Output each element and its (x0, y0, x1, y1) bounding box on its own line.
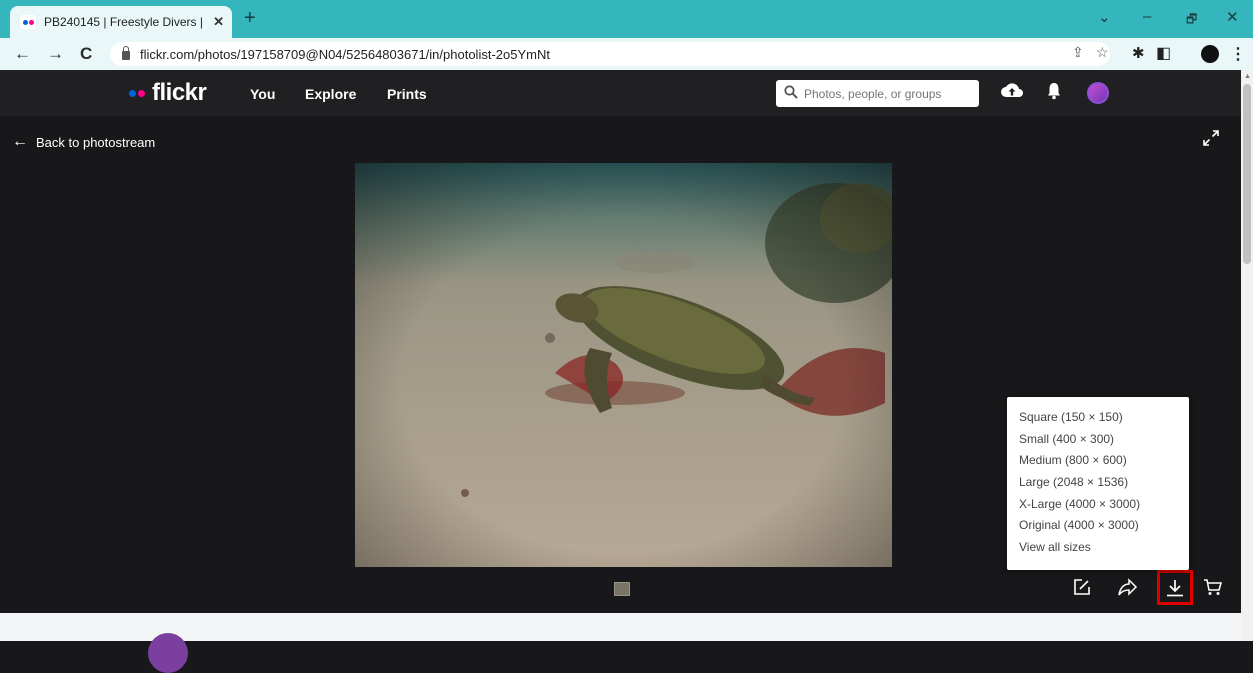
download-size-small[interactable]: Small (400 × 300) (1019, 429, 1189, 451)
photo-info-section (0, 613, 1241, 673)
logo-text: flickr (152, 79, 207, 106)
browser-toolbar: ← → C flickr.com/photos/197158709@N04/52… (0, 38, 1253, 70)
main-photo[interactable] (355, 163, 892, 567)
forward-nav-icon[interactable]: → (47, 43, 64, 65)
owner-avatar[interactable] (148, 633, 188, 673)
share-arrow-icon[interactable] (1118, 578, 1138, 601)
new-tab-button[interactable]: + (244, 8, 256, 28)
fullscreen-expand-icon[interactable] (1203, 130, 1219, 151)
back-to-photostream-link[interactable]: ← Back to photostream (12, 133, 155, 151)
photo-thumbnail[interactable] (614, 582, 630, 596)
restore-button[interactable]: 🗗 (1186, 10, 1197, 31)
extensions-icon[interactable]: ✱ (1132, 44, 1145, 62)
scroll-up-arrow-icon[interactable]: ▲ (1244, 73, 1251, 80)
tab-list-icon[interactable]: ⌄ (1098, 8, 1111, 26)
back-nav-icon[interactable]: ← (14, 43, 31, 65)
nav-prints[interactable]: Prints (387, 86, 427, 102)
download-size-menu: Square (150 × 150) Small (400 × 300) Med… (1007, 397, 1189, 570)
user-avatar[interactable] (1087, 82, 1109, 104)
search-icon[interactable] (784, 84, 798, 103)
logo-blue-dot (129, 89, 136, 97)
browser-tab[interactable]: PB240145 | Freestyle Divers | Flic ✕ (10, 6, 232, 38)
profile-avatar[interactable] (1201, 45, 1219, 63)
search-input[interactable] (804, 86, 969, 101)
edit-icon[interactable] (1073, 578, 1091, 601)
address-bar[interactable]: flickr.com/photos/197158709@N04/52564803… (110, 42, 1110, 66)
download-icon[interactable] (1166, 579, 1184, 597)
back-label: Back to photostream (36, 134, 156, 150)
lock-icon[interactable] (122, 45, 130, 60)
download-size-large[interactable]: Large (2048 × 1536) (1019, 472, 1189, 494)
close-window-button[interactable]: ✕ (1226, 8, 1239, 26)
tab-title: PB240145 | Freestyle Divers | Flic (44, 15, 208, 29)
download-size-original[interactable]: Original (4000 × 3000) (1019, 515, 1189, 537)
nav-explore[interactable]: Explore (305, 86, 356, 102)
share-icon[interactable]: ⇪ (1072, 44, 1084, 61)
photo-lightbox: ← Back to photostream Square (150 × 150)… (0, 116, 1241, 613)
tab-close-icon[interactable]: ✕ (213, 14, 224, 30)
nav-you[interactable]: You (250, 86, 275, 102)
download-size-medium[interactable]: Medium (800 × 600) (1019, 450, 1189, 472)
page-scrollbar[interactable]: ▲ (1241, 70, 1253, 641)
download-size-xlarge[interactable]: X-Large (4000 × 3000) (1019, 494, 1189, 516)
logo-pink-dot (138, 89, 145, 97)
sidepanel-icon[interactable]: ◧ (1156, 43, 1171, 63)
url-text[interactable]: flickr.com/photos/197158709@N04/52564803… (140, 47, 550, 62)
download-size-square[interactable]: Square (150 × 150) (1019, 407, 1189, 429)
view-all-sizes-link[interactable]: View all sizes (1019, 537, 1189, 559)
flickr-header: flickr You Explore Prints (0, 70, 1241, 116)
bookmark-star-icon[interactable]: ☆ (1096, 44, 1109, 61)
notifications-bell-icon[interactable] (1046, 82, 1062, 105)
flickr-search[interactable] (776, 80, 979, 107)
browser-menu-icon[interactable]: ⋮ (1230, 44, 1246, 64)
minimize-button[interactable]: – (1143, 8, 1151, 25)
turtle-photo-image (355, 163, 892, 567)
scrollbar-thumb[interactable] (1243, 84, 1251, 264)
flickr-logo[interactable]: flickr (128, 79, 207, 107)
download-button[interactable] (1157, 570, 1193, 605)
back-arrow-icon: ← (12, 133, 28, 150)
browser-tabstrip: PB240145 | Freestyle Divers | Flic ✕ + ⌄… (0, 0, 1253, 38)
reload-icon[interactable]: C (80, 43, 92, 65)
upload-cloud-icon[interactable] (1000, 80, 1024, 105)
cart-icon[interactable] (1203, 578, 1223, 601)
flickr-favicon (20, 15, 36, 29)
